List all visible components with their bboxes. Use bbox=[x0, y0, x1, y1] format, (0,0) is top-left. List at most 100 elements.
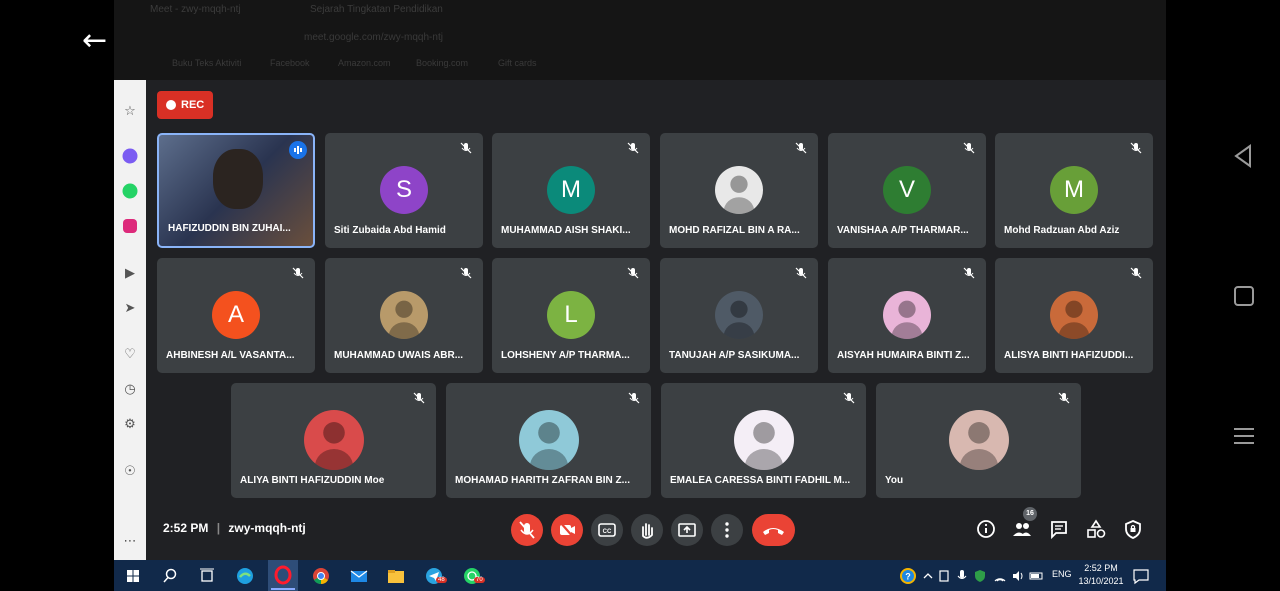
participant-name: MUHAMMAD UWAIS ABR... bbox=[334, 350, 464, 361]
windows-taskbar: 48 70 ? ENG 2:52 PM 13/10/2021 bbox=[114, 560, 1166, 591]
edge-icon[interactable] bbox=[234, 565, 256, 587]
avatar-photo bbox=[883, 291, 931, 339]
raise-hand-button[interactable] bbox=[631, 514, 663, 546]
android-back-icon[interactable] bbox=[1228, 140, 1260, 172]
participant-tile[interactable]: EMALEA CARESSA BINTI FADHIL M... bbox=[661, 383, 866, 498]
whatsapp-icon[interactable] bbox=[120, 183, 140, 203]
player-icon[interactable]: ▶ bbox=[120, 264, 140, 284]
participant-tile[interactable]: MUHAMMAD UWAIS ABR... bbox=[325, 258, 483, 373]
recording-badge: REC bbox=[157, 91, 213, 119]
search-icon[interactable] bbox=[159, 565, 181, 587]
telegram-icon[interactable] bbox=[423, 565, 445, 587]
opera-sidebar: ☆ ▶ ➤ ♡ ◷ ⚙ ☉ ⋯ bbox=[114, 80, 146, 560]
participant-tile[interactable]: AISYAH HUMAIRA BINTI Z... bbox=[828, 258, 986, 373]
participant-tile[interactable]: L LOHSHENY A/P THARMA... bbox=[492, 258, 650, 373]
muted-mic-icon bbox=[412, 391, 426, 405]
camera-off-button[interactable] bbox=[551, 514, 583, 546]
chrome-icon[interactable] bbox=[310, 565, 332, 587]
captions-button[interactable]: CC bbox=[591, 514, 623, 546]
help-icon[interactable]: ? bbox=[897, 565, 919, 587]
people-count-badge: 16 bbox=[1023, 507, 1037, 521]
participant-tile[interactable]: V VANISHAA A/P THARMAR... bbox=[828, 133, 986, 248]
participant-tile[interactable]: M MUHAMMAD AISH SHAKI... bbox=[492, 133, 650, 248]
muted-mic-icon bbox=[459, 266, 473, 280]
muted-mic-icon bbox=[459, 141, 473, 155]
participant-name: HAFIZUDDIN BIN ZUHAI... bbox=[168, 223, 291, 234]
history-icon[interactable]: ◷ bbox=[120, 380, 140, 400]
participant-name: AISYAH HUMAIRA BINTI Z... bbox=[837, 350, 970, 361]
instagram-icon[interactable] bbox=[120, 218, 140, 238]
language-indicator[interactable]: ENG bbox=[1052, 569, 1072, 579]
participant-name: Mohd Radzuan Abd Aziz bbox=[1004, 225, 1120, 236]
participant-tile[interactable]: TANUJAH A/P SASIKUMA... bbox=[660, 258, 818, 373]
participant-tile[interactable]: You bbox=[876, 383, 1081, 498]
heart-icon[interactable]: ♡ bbox=[120, 345, 140, 365]
bookmark-item[interactable]: Amazon.com bbox=[338, 58, 391, 68]
participant-tile[interactable]: ALIYA BINTI HAFIZUDDIN Moe bbox=[231, 383, 436, 498]
clock-time: 2:52 PM bbox=[1084, 563, 1118, 573]
task-view-icon[interactable] bbox=[196, 565, 218, 587]
taskbar-clock[interactable]: 2:52 PM 13/10/2021 bbox=[1076, 562, 1126, 588]
svg-text:?: ? bbox=[905, 572, 911, 582]
whatsapp-taskbar-icon[interactable] bbox=[461, 565, 483, 587]
chat-icon[interactable] bbox=[1048, 518, 1070, 540]
video-feed bbox=[213, 149, 263, 209]
windows-start-icon[interactable] bbox=[122, 565, 144, 587]
present-screen-button[interactable] bbox=[671, 514, 703, 546]
tray-shield-icon[interactable] bbox=[972, 565, 994, 587]
send-icon[interactable]: ➤ bbox=[120, 299, 140, 319]
bookmark-item[interactable]: Gift cards bbox=[498, 58, 537, 68]
avatar-letter: S bbox=[380, 166, 428, 214]
android-home-icon[interactable] bbox=[1228, 280, 1260, 312]
meet-main: REC HAFIZUDDIN BIN ZUHAI... S Siti Zubaida… bbox=[146, 80, 1166, 560]
settings-gear-icon[interactable]: ⚙ bbox=[120, 415, 140, 435]
participant-name: AHBINESH A/L VASANTA... bbox=[166, 350, 295, 361]
messenger-icon[interactable] bbox=[120, 148, 140, 168]
pinboard-icon[interactable]: ☆ bbox=[120, 102, 140, 122]
participant-tile[interactable]: ALISYA BINTI HAFIZUDDI... bbox=[995, 258, 1153, 373]
mic-off-button[interactable] bbox=[511, 514, 543, 546]
avatar-photo bbox=[304, 410, 364, 470]
avatar-photo bbox=[1050, 291, 1098, 339]
phone-back-arrow-icon[interactable]: ← bbox=[82, 26, 116, 56]
tab-meet[interactable]: Meet - zwy-mqqh-ntj bbox=[150, 4, 241, 22]
meeting-code: zwy-mqqh-ntj bbox=[228, 521, 306, 535]
participant-name: MOHD RAFIZAL BIN A RA... bbox=[669, 225, 800, 236]
muted-mic-icon bbox=[1129, 266, 1143, 280]
tab-second[interactable]: Sejarah Tingkatan Pendidikan bbox=[310, 4, 443, 22]
participant-name: MUHAMMAD AISH SHAKI... bbox=[501, 225, 631, 236]
host-controls-shield-icon[interactable] bbox=[1122, 518, 1144, 540]
svg-text:CC: CC bbox=[603, 529, 612, 535]
activities-icon[interactable] bbox=[1085, 518, 1107, 540]
address-bar[interactable]: meet.google.com/zwy-mqqh-ntj bbox=[304, 32, 443, 43]
file-explorer-icon[interactable] bbox=[385, 565, 407, 587]
participant-name: VANISHAA A/P THARMAR... bbox=[837, 225, 969, 236]
bookmark-item[interactable]: Booking.com bbox=[416, 58, 468, 68]
participant-tile[interactable]: S Siti Zubaida Abd Hamid bbox=[325, 133, 483, 248]
participant-tile[interactable]: MOHD RAFIZAL BIN A RA... bbox=[660, 133, 818, 248]
meeting-details-info-icon[interactable] bbox=[975, 518, 997, 540]
participant-tile[interactable]: A AHBINESH A/L VASANTA... bbox=[157, 258, 315, 373]
more-options-button[interactable] bbox=[711, 514, 743, 546]
people-icon[interactable] bbox=[1011, 518, 1033, 540]
android-recents-icon[interactable] bbox=[1228, 420, 1260, 452]
participant-name: ALIYA BINTI HAFIZUDDIN Moe bbox=[240, 475, 385, 486]
battery-icon[interactable] bbox=[1028, 565, 1050, 587]
participant-tile[interactable]: MOHAMAD HARITH ZAFRAN BIN Z... bbox=[446, 383, 651, 498]
bookmark-item[interactable]: Facebook bbox=[270, 58, 310, 68]
bulb-icon[interactable]: ☉ bbox=[120, 462, 140, 482]
mail-icon[interactable] bbox=[348, 565, 370, 587]
participant-tile[interactable]: HAFIZUDDIN BIN ZUHAI... bbox=[157, 133, 315, 248]
leave-call-button[interactable] bbox=[752, 514, 795, 546]
muted-mic-icon bbox=[794, 266, 808, 280]
avatar-photo bbox=[519, 410, 579, 470]
muted-mic-icon bbox=[291, 266, 305, 280]
opera-taskbar-icon[interactable] bbox=[268, 560, 298, 591]
muted-mic-icon bbox=[962, 141, 976, 155]
browser-chrome: Meet - zwy-mqqh-ntj Sejarah Tingkatan Pe… bbox=[114, 0, 1166, 80]
notifications-icon[interactable] bbox=[1130, 565, 1152, 587]
participant-tile[interactable]: M Mohd Radzuan Abd Aziz bbox=[995, 133, 1153, 248]
more-icon[interactable]: ⋯ bbox=[120, 532, 140, 552]
bookmark-item[interactable]: Buku Teks Aktiviti bbox=[172, 58, 241, 68]
muted-mic-icon bbox=[627, 391, 641, 405]
